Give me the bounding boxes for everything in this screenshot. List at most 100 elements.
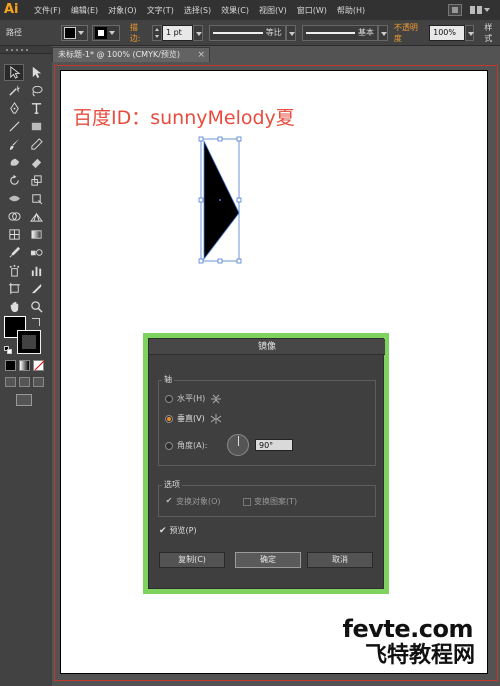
handle-top-center[interactable] [217, 136, 223, 142]
gradient-mode-button[interactable] [19, 360, 30, 371]
cancel-button[interactable]: 取消 [307, 552, 373, 568]
handle-middle-right[interactable] [236, 197, 242, 203]
preview-checkbox[interactable]: ✔ [159, 526, 167, 536]
angle-dial[interactable] [227, 434, 249, 456]
handle-bottom-left[interactable] [198, 258, 204, 264]
menu-select[interactable]: 选择(S) [184, 5, 211, 16]
hand-tool[interactable] [4, 298, 24, 315]
opacity-input[interactable]: 100% [429, 24, 465, 41]
stroke-swatch-dropdown[interactable] [92, 24, 120, 41]
menu-view[interactable]: 视图(V) [259, 5, 287, 16]
direct-selection-tool[interactable] [26, 64, 46, 81]
handle-middle-left[interactable] [198, 197, 204, 203]
swap-fill-stroke-icon[interactable] [32, 318, 40, 326]
menu-help[interactable]: 帮助(H) [337, 5, 365, 16]
author-watermark: 百度ID：sunnyMelody夏 [73, 107, 295, 129]
menu-object[interactable]: 对象(O) [108, 5, 137, 16]
variable-width-profile[interactable]: 等比 [209, 24, 286, 41]
preview-option[interactable]: ✔ 预览(P) [159, 525, 197, 536]
brush-dropdown[interactable] [378, 24, 388, 41]
bridge-icon[interactable] [448, 4, 462, 16]
line-segment-tool[interactable] [4, 118, 24, 135]
brush-definition[interactable]: 基本 [301, 24, 378, 41]
handle-bottom-right[interactable] [236, 258, 242, 264]
none-mode-button[interactable] [33, 360, 44, 371]
menu-file[interactable]: 文件(F) [34, 5, 61, 16]
rotate-icon [9, 174, 19, 185]
rectangle-tool[interactable] [26, 118, 46, 135]
profile-dropdown[interactable] [285, 24, 296, 41]
arrange-documents-icon[interactable] [470, 4, 492, 16]
zoom-tool[interactable] [26, 298, 46, 315]
menu-type[interactable]: 文字(T) [147, 5, 174, 16]
default-fill-stroke-icon[interactable] [4, 346, 12, 354]
line-icon [8, 121, 20, 132]
draw-inside-button[interactable] [33, 377, 44, 387]
opacity-dropdown[interactable] [464, 24, 475, 41]
perspective-grid-tool[interactable] [26, 208, 46, 225]
vertical-radio[interactable] [165, 414, 173, 423]
close-icon[interactable]: × [197, 48, 205, 62]
selection-tool[interactable] [4, 64, 24, 81]
angle-radio[interactable] [165, 441, 173, 450]
symbol-sprayer-tool[interactable] [4, 262, 24, 279]
tool-grid [4, 64, 48, 316]
draw-behind-button[interactable] [19, 377, 30, 387]
blob-brush-tool[interactable] [4, 154, 24, 171]
pen-tool[interactable] [4, 100, 24, 117]
angle-input[interactable]: 90° [255, 439, 293, 451]
type-tool[interactable] [26, 100, 46, 117]
paintbrush-tool[interactable] [4, 136, 24, 153]
menu-window[interactable]: 窗口(W) [297, 5, 327, 16]
rotate-tool[interactable] [4, 172, 24, 189]
slice-icon [31, 283, 41, 294]
stroke-weight-stepper[interactable] [152, 24, 162, 41]
menu-effect[interactable]: 效果(C) [221, 5, 249, 16]
magic-wand-tool[interactable] [4, 82, 24, 99]
width-tool[interactable] [4, 190, 24, 207]
copy-button[interactable]: 复制(C) [159, 552, 225, 568]
selected-triangle-shape[interactable] [198, 136, 249, 271]
shape-builder-tool[interactable] [4, 208, 24, 225]
mesh-tool[interactable] [4, 226, 24, 243]
free-transform-tool[interactable] [26, 190, 46, 207]
lasso-tool[interactable] [26, 82, 46, 99]
transform-patterns-checkbox[interactable] [243, 497, 251, 506]
angle-option[interactable]: 角度(A): [165, 440, 207, 451]
column-graph-tool[interactable] [26, 262, 46, 279]
stroke-weight-dropdown[interactable] [193, 24, 204, 41]
stroke-weight-input[interactable]: 1 pt [161, 24, 194, 41]
handle-bottom-center[interactable] [217, 258, 223, 264]
gradient-tool[interactable] [26, 226, 46, 243]
eraser-tool[interactable] [26, 154, 46, 171]
slice-tool[interactable] [26, 280, 46, 297]
handle-top-left[interactable] [198, 136, 204, 142]
pencil-tool[interactable] [26, 136, 46, 153]
toolbar-grip[interactable] [0, 46, 52, 54]
eyedropper-tool[interactable] [4, 244, 24, 261]
document-tab[interactable]: 未标题-1* @ 100% (CMYK/预览) × [52, 47, 210, 62]
fill-swatch-dropdown[interactable] [60, 24, 89, 41]
draw-normal-button[interactable] [5, 377, 16, 387]
menu-edit[interactable]: 编辑(E) [71, 5, 98, 16]
color-mode-button[interactable] [5, 360, 16, 371]
opacity-label[interactable]: 不透明度 [394, 22, 425, 44]
vertical-option[interactable]: 垂直(V) [165, 413, 222, 424]
dialog-title[interactable]: 镜像 [149, 339, 385, 355]
style-label[interactable]: 样式 [484, 22, 500, 44]
triangle-path[interactable] [203, 140, 240, 261]
horizontal-option[interactable]: 水平(H) [165, 393, 222, 404]
horizontal-radio[interactable] [165, 394, 173, 403]
stroke-label[interactable]: 描边: [130, 22, 148, 44]
transform-objects-checkbox[interactable]: ✔ [165, 496, 173, 506]
scale-tool[interactable] [26, 172, 46, 189]
column-graph-icon [31, 266, 41, 277]
stroke-box[interactable] [17, 330, 41, 354]
transform-patterns-option[interactable]: 变换图案(T) [243, 496, 297, 507]
screen-mode-button[interactable] [16, 394, 32, 406]
blend-tool[interactable] [26, 244, 46, 261]
artboard-tool[interactable] [4, 280, 24, 297]
transform-objects-option[interactable]: ✔ 变换对象(O) [165, 496, 221, 507]
ok-button[interactable]: 确定 [235, 552, 301, 568]
handle-top-right[interactable] [236, 136, 242, 142]
